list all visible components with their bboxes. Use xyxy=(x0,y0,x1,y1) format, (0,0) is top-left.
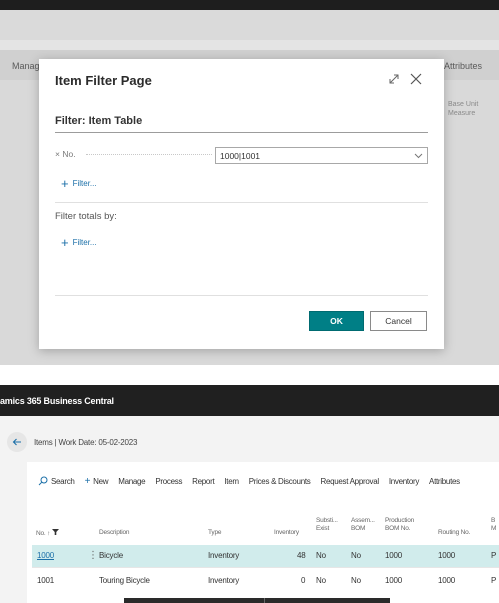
screenshot-gap xyxy=(0,365,499,385)
dialog-title: Item Filter Page xyxy=(55,73,152,88)
table-cell-no[interactable]: 1001 xyxy=(37,576,54,585)
column-header-no[interactable]: No. ↑ xyxy=(36,529,59,538)
breadcrumb: Items | Work Date: 05-02-2023 xyxy=(34,438,138,447)
row-divider xyxy=(32,567,499,568)
new-action-label: New xyxy=(93,476,109,486)
chevron-down-icon[interactable] xyxy=(414,152,423,159)
table-cell-description: Touring Bicycle xyxy=(99,576,150,585)
action-bar: Search + New Manage Process Report Item … xyxy=(38,474,470,488)
plus-icon: + xyxy=(61,176,69,191)
filter-no-value: 1000|1001 xyxy=(220,151,261,161)
table-cell-base-unit: P xyxy=(491,576,497,585)
filter-section-title: Filter: Item Table xyxy=(55,115,143,127)
table-cell-production-bom: 1000 xyxy=(385,551,402,560)
manage-action[interactable]: Manage xyxy=(118,477,145,486)
column-header-description[interactable]: Description xyxy=(99,529,130,537)
column-header-routing-no[interactable]: Routing No. xyxy=(438,529,470,537)
add-totals-filter-button[interactable]: + Filter... xyxy=(61,236,97,249)
table-cell-assembly-bom: No xyxy=(351,576,361,585)
inventory-action[interactable]: Inventory xyxy=(389,477,420,486)
table-cell-no[interactable]: 1000 xyxy=(37,551,54,560)
plus-icon: + xyxy=(84,475,91,487)
table-cell-description: Bicycle xyxy=(99,551,123,560)
divider xyxy=(55,202,428,203)
field-leader-dots xyxy=(86,154,212,155)
column-header-production-line2: BOM No. xyxy=(385,525,411,532)
table-cell-assembly-bom: No xyxy=(351,551,361,560)
section-divider xyxy=(55,132,428,133)
column-header-production-line1: Production xyxy=(385,517,415,524)
background-subheader xyxy=(0,40,499,50)
table-cell-production-bom: 1000 xyxy=(385,576,402,585)
attributes-action[interactable]: Attributes xyxy=(429,477,460,486)
column-header-assembly-line1: Assem... xyxy=(351,517,375,524)
column-header-base-line2: M xyxy=(491,525,497,532)
column-header-substitutes-line1: Substi... xyxy=(316,517,338,524)
filter-field-no-label[interactable]: × No. xyxy=(55,149,76,159)
column-header-base-line1: B xyxy=(491,517,496,524)
search-icon xyxy=(38,476,48,486)
plus-icon: + xyxy=(61,235,69,250)
report-action[interactable]: Report xyxy=(192,477,215,486)
column-header-no-label: No. ↑ xyxy=(36,530,51,537)
add-filter-button[interactable]: + Filter... xyxy=(61,177,97,190)
column-header-production-bom[interactable]: Production BOM No. xyxy=(385,517,414,533)
background-manage-label: Manag xyxy=(12,61,40,71)
ok-button[interactable]: OK xyxy=(309,311,364,331)
close-icon[interactable] xyxy=(409,72,423,86)
background-app-bar xyxy=(0,0,499,10)
column-header-base-unit[interactable]: B M xyxy=(491,517,496,533)
column-header-assembly-line2: BOM xyxy=(351,525,366,532)
prices-discounts-action[interactable]: Prices & Discounts xyxy=(249,477,311,486)
background-base-unit-label: Base Unit Measure xyxy=(448,101,479,117)
table-cell-substitutes: No xyxy=(316,576,326,585)
cancel-button[interactable]: Cancel xyxy=(370,311,427,331)
column-header-assembly-bom[interactable]: Assem... BOM xyxy=(351,517,375,533)
app-title: amics 365 Business Central xyxy=(0,396,114,406)
table-cell-inventory[interactable]: 48 xyxy=(297,551,306,560)
table-cell-substitutes: No xyxy=(316,551,326,560)
table-cell-base-unit: P xyxy=(491,551,497,560)
background-header xyxy=(0,10,499,40)
item-action[interactable]: Item xyxy=(224,477,239,486)
row-actions-icon[interactable]: ⋮ xyxy=(88,550,98,561)
search-action-label: Search xyxy=(51,476,75,486)
column-header-type[interactable]: Type xyxy=(208,529,222,537)
item-filter-dialog: Item Filter Page Filter: Item Table × No… xyxy=(39,59,444,349)
table-cell-type: Inventory xyxy=(208,551,240,560)
filter-totals-label: Filter totals by: xyxy=(55,211,117,222)
table-cell-routing-no: 1000 xyxy=(438,551,455,560)
table-cell-inventory[interactable]: 0 xyxy=(301,576,305,585)
table-cell-type: Inventory xyxy=(208,576,240,585)
process-action[interactable]: Process xyxy=(155,477,182,486)
search-action[interactable]: Search xyxy=(38,476,75,486)
background-attributes-label: Attributes xyxy=(444,61,483,71)
table-cell-routing-no: 1000 xyxy=(438,576,455,585)
add-totals-filter-label: Filter... xyxy=(72,238,97,247)
back-button[interactable] xyxy=(7,432,27,452)
column-header-substitutes-line2: Exist xyxy=(316,525,330,532)
new-action[interactable]: + New xyxy=(85,476,109,487)
divider xyxy=(55,295,428,296)
toolbar-divider xyxy=(264,598,265,603)
arrow-left-icon xyxy=(12,438,21,446)
request-approval-action[interactable]: Request Approval xyxy=(320,477,379,486)
column-header-inventory[interactable]: Inventory xyxy=(274,529,299,537)
filter-icon xyxy=(51,529,59,535)
expand-icon[interactable] xyxy=(387,72,401,86)
filter-no-input[interactable]: 1000|1001 xyxy=(215,147,428,164)
column-header-substitutes[interactable]: Substi... Exist xyxy=(316,517,338,533)
add-filter-label: Filter... xyxy=(72,179,97,188)
bottom-toolbar[interactable] xyxy=(124,598,390,603)
